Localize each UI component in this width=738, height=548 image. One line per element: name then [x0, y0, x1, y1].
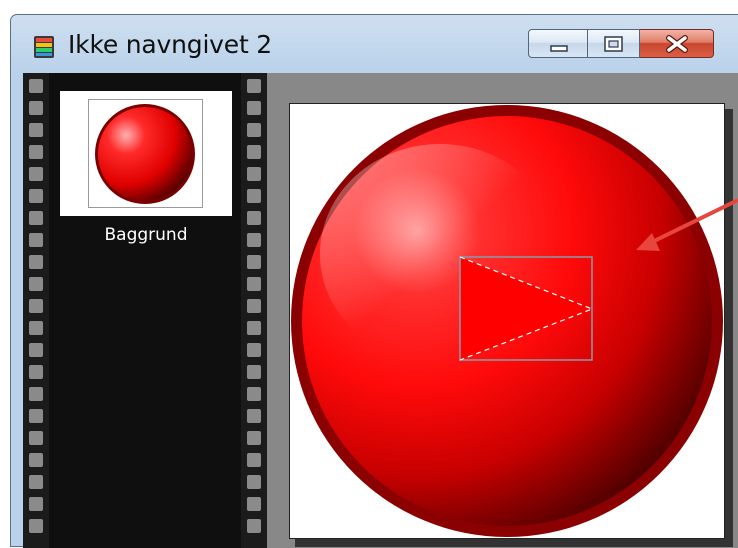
document-window: Ikke navngivet 2 Baggrund: [10, 14, 738, 548]
filmstrip-panel: Baggrund: [23, 73, 267, 548]
window-title: Ikke navngivet 2: [68, 30, 273, 59]
thumbnail-border: [88, 99, 203, 208]
minimize-icon: [550, 45, 568, 52]
frame-thumbnail[interactable]: [60, 91, 232, 216]
close-button[interactable]: [640, 29, 714, 58]
close-icon: [666, 35, 688, 53]
frame-label: Baggrund: [104, 225, 188, 245]
play-button-image: [291, 105, 723, 537]
maximize-icon: [604, 36, 623, 52]
film-perforations-left: [23, 73, 49, 548]
sphere-thumbnail-image: [95, 104, 195, 204]
maximize-button[interactable]: [588, 29, 640, 58]
film-app-icon: [34, 36, 54, 58]
drawing-canvas[interactable]: [289, 103, 725, 539]
film-perforations-right: [241, 73, 267, 548]
title-bar[interactable]: Ikke navngivet 2: [11, 15, 738, 73]
minimize-button[interactable]: [528, 29, 588, 58]
client-area: Baggrund: [23, 73, 738, 548]
